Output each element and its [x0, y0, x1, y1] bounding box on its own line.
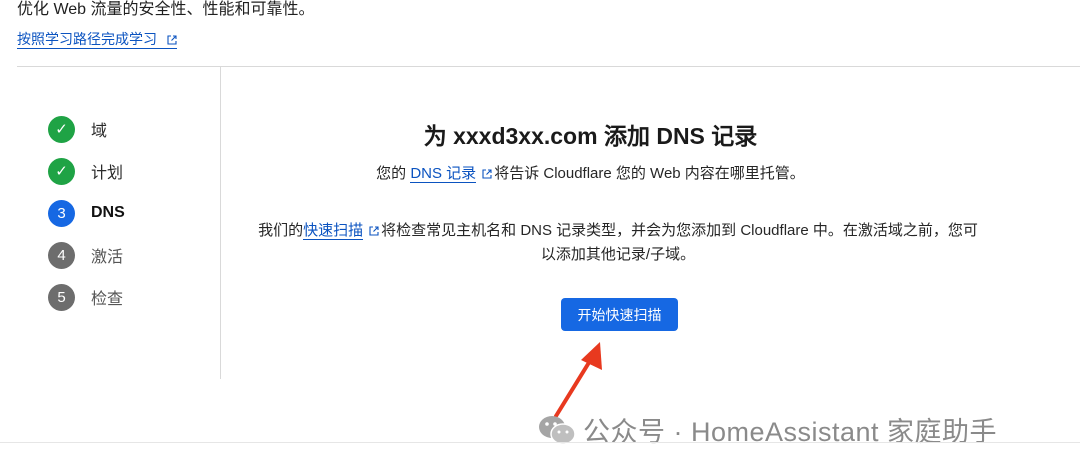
step-label: DNS	[91, 204, 125, 221]
learning-path-link-label: 按照学习路径完成学习	[17, 31, 157, 47]
page-title: 为 xxxd3xx.com 添加 DNS 记录	[423, 123, 758, 149]
step-activate: 4 激活	[48, 241, 123, 269]
step-number: 4	[48, 241, 75, 269]
sidebar-divider	[220, 67, 221, 379]
external-link-icon	[369, 226, 379, 236]
dns-records-link[interactable]: DNS 记录	[410, 165, 477, 183]
external-link-icon	[167, 35, 177, 45]
external-link-icon	[482, 169, 492, 179]
step-domain[interactable]: ✓ 域	[48, 115, 107, 143]
quick-scan-suffix: 将检查常见主机名和 DNS 记录类型，并会为您添加到 Cloudflare 中。…	[381, 222, 978, 263]
start-quick-scan-button[interactable]: 开始快速扫描	[561, 298, 678, 331]
dns-description: 您的 DNS 记录 将告诉 Cloudflare 您的 Web 内容在哪里托管。	[221, 163, 960, 185]
step-plan[interactable]: ✓ 计划	[48, 157, 123, 185]
dns-description-prefix: 您的	[376, 165, 411, 182]
footer-divider	[0, 442, 1080, 443]
dns-description-suffix: 将告诉 Cloudflare 您的 Web 内容在哪里托管。	[494, 165, 805, 182]
step-number: 3	[48, 199, 75, 227]
step-number: 5	[48, 283, 75, 311]
step-label: 激活	[91, 249, 124, 266]
watermark-text: 公众号 · HomeAssistant 家庭助手	[583, 417, 998, 447]
step-review: 5 检查	[48, 283, 123, 311]
quick-scan-prefix: 我们的	[258, 222, 304, 239]
watermark: 公众号 · HomeAssistant 家庭助手	[537, 410, 997, 449]
step-dns[interactable]: 3 DNS	[48, 199, 125, 227]
step-label: 域	[91, 123, 108, 140]
header-divider	[17, 66, 1080, 67]
learning-path-link[interactable]: 按照学习路径完成学习	[17, 30, 177, 49]
checkmark-icon: ✓	[48, 157, 75, 185]
step-label: 检查	[91, 291, 124, 308]
arrow-icon	[554, 342, 602, 418]
product-description: 优化 Web 流量的安全性、性能和可靠性。	[17, 1, 315, 18]
quick-scan-description: 我们的快速扫描 将检查常见主机名和 DNS 记录类型，并会为您添加到 Cloudf…	[258, 219, 978, 267]
quick-scan-link[interactable]: 快速扫描	[303, 222, 364, 240]
checkmark-icon: ✓	[48, 115, 75, 143]
step-label: 计划	[91, 165, 124, 182]
